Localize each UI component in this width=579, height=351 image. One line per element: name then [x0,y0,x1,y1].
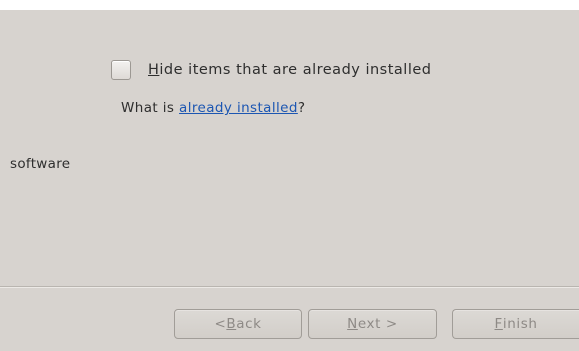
next-button-mnemonic: N [347,316,358,332]
finish-button[interactable]: Finish [452,309,579,339]
hide-installed-checkbox[interactable] [111,60,131,80]
back-button[interactable]: < Back [174,309,302,339]
next-button-text: ext > [357,316,398,332]
back-button-prefix: < [214,316,227,332]
already-installed-link[interactable]: already installed [179,100,298,116]
finish-button-mnemonic: F [494,316,503,332]
installed-info-suffix: ? [297,100,306,116]
button-bar-separator [0,286,579,288]
next-button[interactable]: Next > [308,309,437,339]
finish-button-text: inish [502,316,538,332]
hide-installed-mnemonic: H [148,62,160,78]
back-button-mnemonic: B [226,316,237,332]
software-label: software [10,156,71,172]
hide-installed-label-text: ide items that are already installed [159,62,432,78]
hide-installed-label[interactable]: Hide items that are already installed [148,62,432,78]
dialog-top-edge [0,0,579,10]
hide-installed-option[interactable]: Hide items that are already installed [111,58,432,82]
back-button-text: ack [236,316,262,332]
installed-info-prefix: What is [121,100,180,116]
installed-info-row: What is already installed? [121,100,305,116]
